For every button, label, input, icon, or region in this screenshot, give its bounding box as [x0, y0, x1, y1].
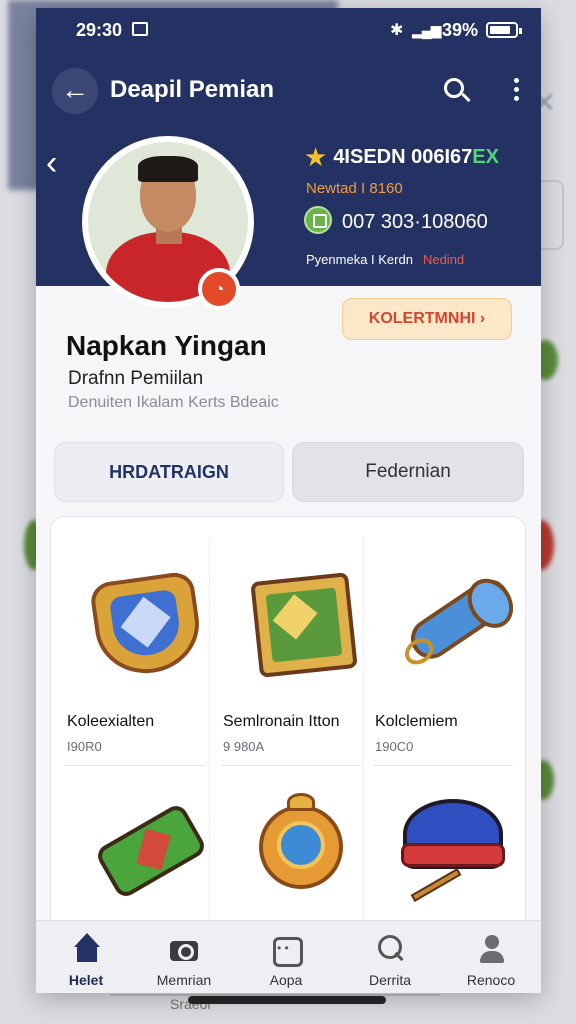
player-stat-primary: ★ 4ISEDN 006I67EX [304, 142, 499, 172]
scroll-icon [381, 529, 517, 667]
top-bar: ← Deapil Pemian [36, 64, 541, 120]
player-stat-secondary: 007 303·108060 [304, 206, 488, 234]
user-icon [475, 933, 507, 965]
banner-icon [73, 769, 209, 901]
nav-item-camera[interactable]: Memrian [134, 921, 234, 993]
item-code: I90R0 [67, 739, 102, 754]
phone-screen: 29:30 ✱ ▂▄▆ 39% ← Deapil Pemian ‹ ★ 4ISED… [36, 8, 541, 993]
shield-icon [73, 529, 207, 680]
item-name: Semlronain Itton [223, 713, 340, 730]
nav-item-home[interactable]: Helet [36, 921, 136, 993]
item-code: 190C0 [375, 739, 414, 754]
player-description: Denuiten Ikalam Kerts Bdeaic [68, 394, 279, 411]
orb-icon [229, 769, 363, 899]
tab-primary[interactable]: HRDATRAIGN [54, 442, 284, 502]
battery-icon [486, 22, 522, 38]
battery-percent: 39% [442, 20, 479, 40]
frame-icon [229, 529, 363, 678]
nav-item-games[interactable]: Aopa [236, 921, 336, 993]
gamepad-icon [270, 933, 303, 967]
item-grid: Koleexialten I90R0 Semlronain Itton 9 98… [50, 516, 526, 936]
page-title: Deapil Pemian [110, 76, 275, 103]
home-icon [70, 933, 102, 965]
star-icon: ★ [304, 142, 328, 172]
back-button[interactable]: ← [52, 68, 98, 114]
edit-icon: ◔ [213, 279, 225, 299]
signal-icon: ▂▄▆ [412, 22, 441, 38]
nav-item-search[interactable]: Derrita [340, 921, 440, 993]
search-button[interactable] [440, 74, 474, 108]
chevron-left-icon[interactable]: ‹ [46, 144, 70, 182]
player-subtitle: Drafnn Pemiilan [68, 368, 204, 389]
home-indicator[interactable] [188, 996, 386, 1004]
item-name: Koleexialten [67, 713, 155, 730]
sim-icon [132, 22, 148, 36]
bluetooth-icon: ✱ [390, 22, 404, 39]
camera-icon [168, 933, 200, 965]
bottom-nav: Helet Memrian Aopa Derrita Renoco [36, 920, 541, 993]
hat-icon [381, 769, 515, 902]
search-icon [374, 933, 406, 965]
status-bar: 29:30 ✱ ▂▄▆ 39% [36, 8, 541, 52]
item-name: Kolclemiem [375, 713, 458, 730]
player-stat-sub: Newtad I 8160 [306, 180, 403, 197]
badge-icon [304, 206, 332, 234]
avatar-badge[interactable]: ◔ [198, 268, 240, 310]
item-code: 9 980A [223, 739, 265, 754]
nav-item-profile[interactable]: Renoco [441, 921, 541, 993]
dots-vertical-icon [513, 78, 519, 83]
more-options-button[interactable] [506, 74, 526, 108]
player-name: Napkan Yingan [66, 330, 267, 361]
status-time: 29:30 [76, 20, 123, 40]
player-stat-tertiary: Pyenmeka I Kerdn Nedind [306, 252, 465, 267]
tab-secondary[interactable]: Federnian [292, 442, 524, 502]
collection-button[interactable]: KOLERTMNHI › [342, 298, 512, 340]
arrow-left-icon: ← [61, 74, 89, 105]
